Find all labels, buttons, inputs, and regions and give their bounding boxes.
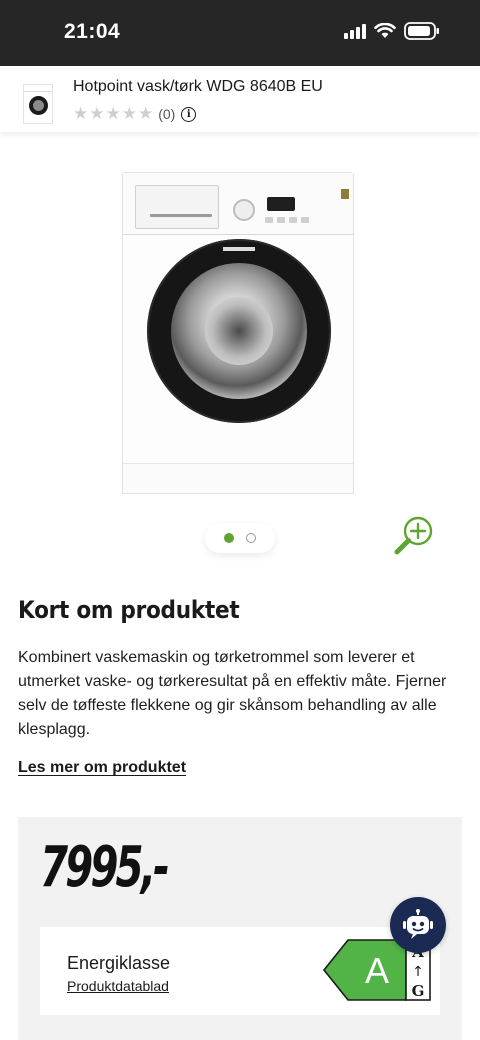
product-image[interactable]	[122, 172, 354, 494]
product-title: Hotpoint vask/tørk WDG 8640B EU	[73, 78, 323, 95]
summary-heading: Kort om produktet	[18, 596, 240, 624]
cellular-signal-icon	[344, 23, 366, 39]
chatbot-button[interactable]	[390, 897, 446, 953]
carousel-dot-1[interactable]	[224, 533, 234, 543]
wifi-icon	[374, 23, 396, 39]
product-thumbnail[interactable]	[23, 84, 53, 124]
energy-card: Energiklasse Produktdatablad A A ↑ G	[40, 927, 440, 1015]
carousel-pagination	[205, 523, 275, 553]
energy-class-label: Energiklasse	[67, 953, 171, 973]
rating-row[interactable]: ★★★★★ (0) i	[73, 104, 197, 124]
energy-scale-arrow: ↑	[412, 964, 424, 980]
datasheet-link[interactable]: Produktdatablad	[67, 978, 169, 994]
price: 7995,-	[40, 835, 170, 900]
info-icon[interactable]: i	[181, 106, 197, 122]
review-count: (0)	[158, 106, 176, 122]
status-icons	[344, 22, 440, 40]
summary-description: Kombinert vaskemaskin og tørketrommel so…	[18, 649, 447, 738]
zoom-in-icon[interactable]	[392, 514, 436, 558]
status-time: 21:04	[64, 20, 121, 43]
energy-scale-bottom: G	[412, 982, 425, 1000]
product-header: Hotpoint vask/tørk WDG 8640B EU ★★★★★ (0…	[0, 66, 480, 132]
read-more-link[interactable]: Les mer om produktet	[18, 759, 186, 777]
energy-class-letter: A	[365, 950, 389, 991]
rating-stars-icon: ★★★★★	[73, 104, 155, 123]
status-bar: 21:04	[0, 0, 480, 66]
battery-icon	[404, 22, 440, 40]
carousel-dot-2[interactable]	[246, 533, 256, 543]
robot-icon	[403, 909, 433, 939]
washing-machine-image	[122, 172, 354, 494]
